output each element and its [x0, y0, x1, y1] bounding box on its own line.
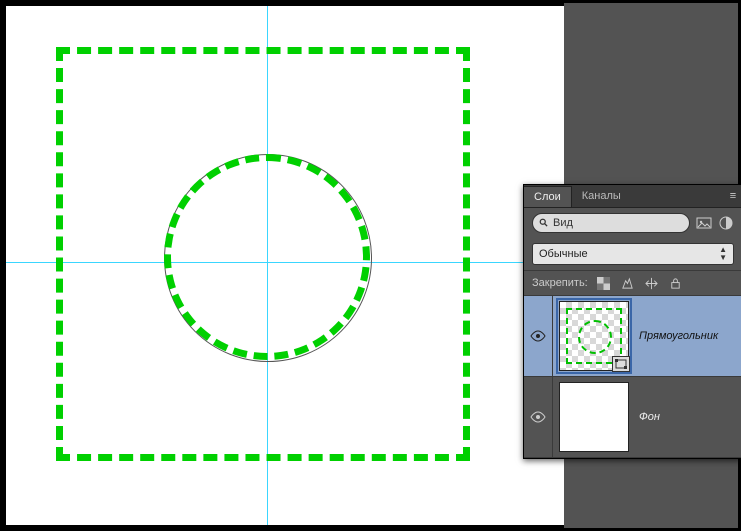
eye-icon: [530, 411, 546, 423]
lock-transparency-icon[interactable]: [596, 275, 612, 291]
select-arrows-icon: ▲▼: [719, 246, 727, 262]
document-canvas[interactable]: [6, 6, 564, 525]
layer-kind-filter-label: Вид: [553, 217, 573, 229]
layer-row[interactable]: Прямоугольник: [524, 296, 741, 377]
vector-badge-icon: [612, 356, 630, 372]
panel-menu-button[interactable]: ≡: [724, 190, 741, 202]
lock-position-icon[interactable]: [644, 275, 660, 291]
lock-label: Закрепить:: [532, 277, 588, 289]
tab-layers[interactable]: Слои: [524, 186, 572, 207]
layers-panel: Слои Каналы ≡ Вид Обычные ▲▼ Закрепить:: [523, 184, 741, 459]
panel-tabs: Слои Каналы ≡: [524, 185, 741, 208]
filter-adjust-icon[interactable]: [718, 215, 734, 231]
layer-thumbnail[interactable]: [559, 301, 629, 371]
blend-mode-value: Обычные: [539, 248, 588, 260]
layers-list: Прямоугольник Фон: [524, 296, 741, 458]
layer-visibility-toggle[interactable]: [524, 377, 553, 457]
layer-name[interactable]: Фон: [635, 411, 741, 423]
layer-name[interactable]: Прямоугольник: [635, 330, 741, 342]
tab-channels[interactable]: Каналы: [572, 186, 631, 206]
lock-pixels-icon[interactable]: [620, 275, 636, 291]
filter-image-icon[interactable]: [696, 215, 712, 231]
layer-filter-row: Вид: [524, 208, 741, 238]
search-icon: [539, 218, 549, 228]
layer-kind-filter[interactable]: Вид: [532, 213, 690, 233]
shape-circle-dashed[interactable]: [164, 154, 370, 360]
blend-mode-row: Обычные ▲▼: [524, 238, 741, 270]
app-stage: Слои Каналы ≡ Вид Обычные ▲▼ Закрепить:: [3, 3, 738, 528]
eye-icon: [530, 330, 546, 342]
lock-all-icon[interactable]: [668, 275, 684, 291]
layer-row[interactable]: Фон: [524, 377, 741, 458]
lock-row: Закрепить:: [524, 270, 741, 296]
layer-thumbnail[interactable]: [559, 382, 629, 452]
blend-mode-select[interactable]: Обычные ▲▼: [532, 243, 734, 265]
thumb-shape-circle: [578, 320, 612, 354]
layer-visibility-toggle[interactable]: [524, 296, 553, 376]
